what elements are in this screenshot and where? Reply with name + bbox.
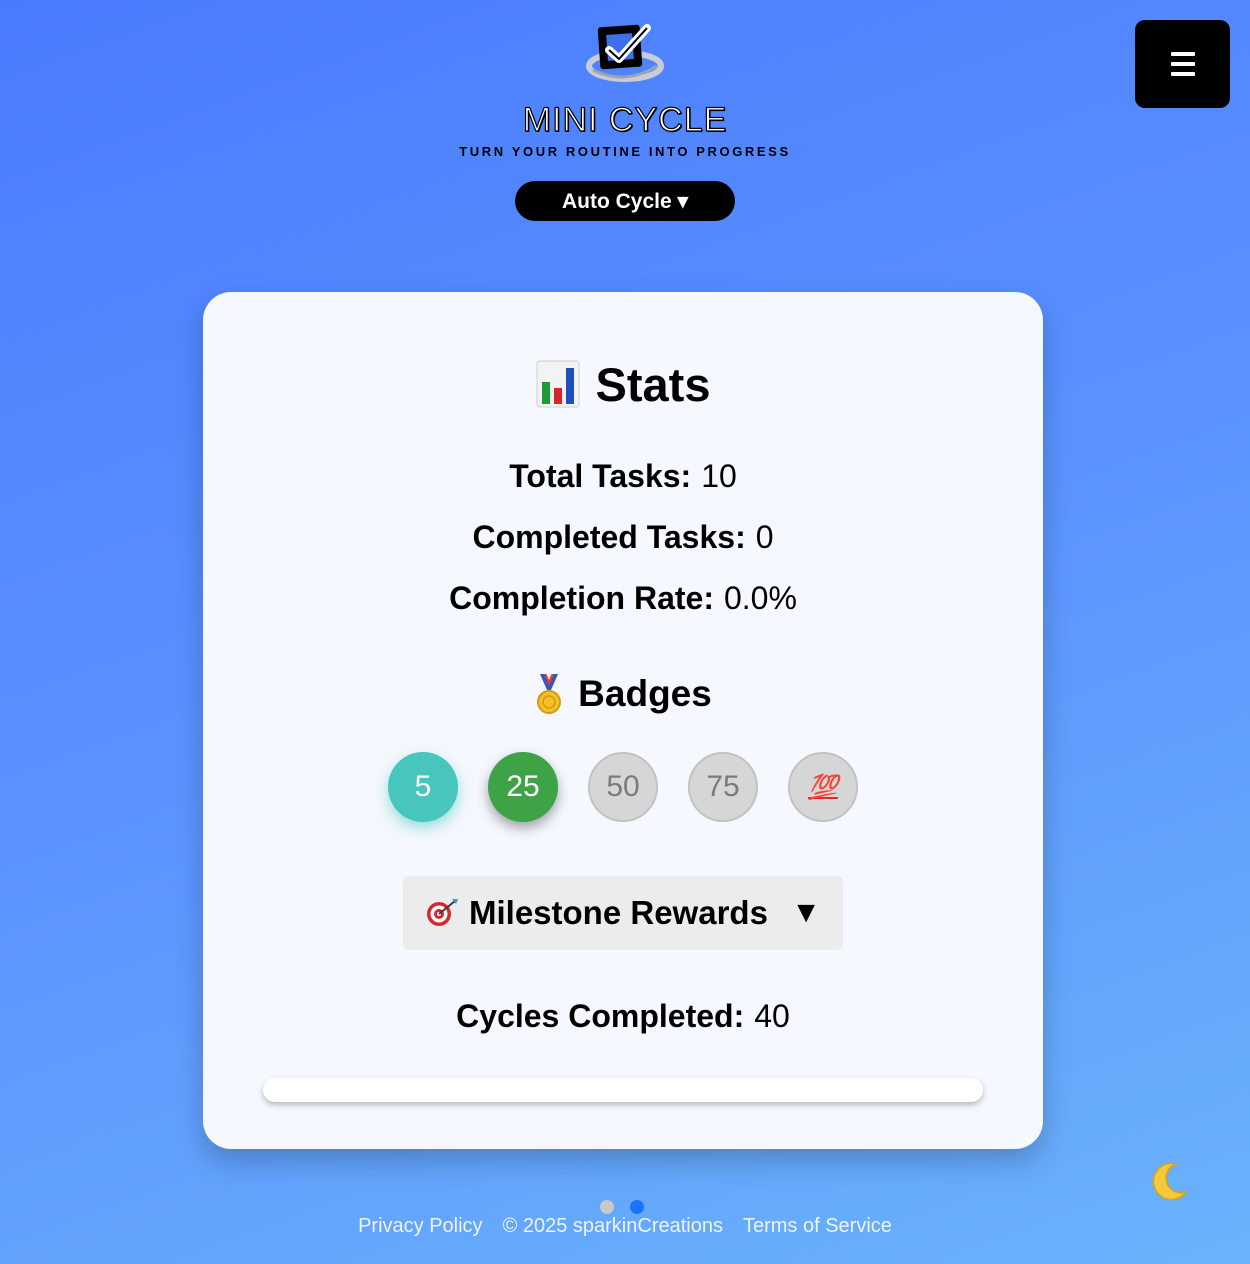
total-tasks-row: Total Tasks: 10: [509, 456, 737, 496]
menu-bar: [1170, 52, 1195, 56]
hamburger-menu-icon[interactable]: [1135, 20, 1230, 108]
cycles-completed-label: Cycles Completed:: [456, 997, 745, 1034]
stats-title: Stats: [595, 357, 711, 411]
badges-heading: Badges: [534, 669, 712, 719]
cycle-mode-dropdown[interactable]: Auto Cycle ▾: [515, 181, 735, 221]
completion-rate-row: Completion Rate: 0.0%: [449, 578, 797, 618]
footer: Privacy Policy © 2025 sparkinCreations T…: [0, 1215, 1250, 1238]
page-dot-active[interactable]: [630, 1200, 644, 1214]
completion-rate-value: 0.0%: [723, 579, 797, 616]
checkbox-check-icon: [586, 24, 664, 82]
app-title: MINI CYCLE: [522, 101, 728, 139]
app-header: MINI CYCLE TURN YOUR ROUTINE INTO PROGRE…: [0, 0, 1250, 221]
moon-icon[interactable]: [1146, 1160, 1190, 1204]
cycles-completed-value: 40: [754, 997, 790, 1034]
app-tagline: TURN YOUR ROUTINE INTO PROGRESS: [459, 144, 791, 159]
completed-tasks-row: Completed Tasks: 0: [472, 517, 773, 557]
page-indicator: [600, 1200, 644, 1214]
privacy-policy-link[interactable]: Privacy Policy: [358, 1215, 482, 1238]
bar-chart-icon: [536, 360, 580, 408]
medal-icon: [537, 674, 562, 714]
dropdown-arrow-icon: ▼: [791, 896, 821, 929]
badge-100[interactable]: 💯: [788, 752, 858, 822]
badge-75[interactable]: 75: [688, 752, 758, 822]
total-tasks-value: 10: [701, 457, 737, 494]
stats-heading: Stats: [536, 354, 711, 414]
copyright-text: © 2025 sparkinCreations: [502, 1215, 723, 1237]
target-icon: [427, 899, 458, 926]
page-dot[interactable]: [600, 1200, 614, 1214]
menu-bar: [1170, 62, 1195, 66]
completed-tasks-value: 0: [755, 518, 774, 555]
badge-25[interactable]: 25: [488, 752, 558, 822]
badge-50[interactable]: 50: [588, 752, 658, 822]
badges-title: Badges: [578, 673, 712, 714]
total-tasks-label: Total Tasks:: [509, 457, 692, 494]
milestone-rewards-label: Milestone Rewards: [469, 894, 768, 931]
cycle-progress-bar: [263, 1078, 983, 1102]
stats-panel: Stats Total Tasks: 10 Completed Tasks: 0…: [203, 292, 1043, 1149]
completion-rate-label: Completion Rate:: [449, 579, 714, 616]
terms-of-service-link[interactable]: Terms of Service: [743, 1215, 892, 1238]
badge-5[interactable]: 5: [388, 752, 458, 822]
menu-bar: [1170, 72, 1195, 76]
badge-list: 5 25 50 75 💯: [388, 752, 858, 822]
cycles-completed-row: Cycles Completed: 40: [456, 996, 790, 1036]
completed-tasks-label: Completed Tasks:: [472, 518, 746, 555]
milestone-rewards-toggle[interactable]: Milestone Rewards ▼: [403, 876, 843, 950]
